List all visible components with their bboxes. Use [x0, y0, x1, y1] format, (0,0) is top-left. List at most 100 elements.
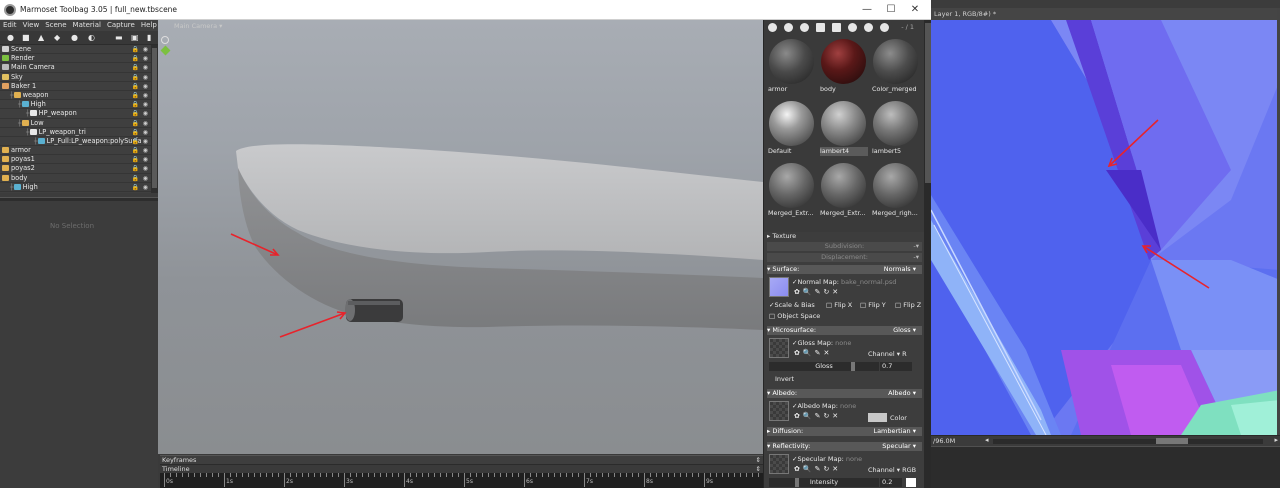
albedo-map-thumbnail[interactable]	[769, 401, 789, 421]
mesh-add-icon[interactable]: ◆	[54, 34, 60, 42]
gloss-slider[interactable]: Gloss	[769, 362, 879, 371]
lock-icon[interactable]: 🔒	[132, 73, 139, 82]
specular-map-thumbnail[interactable]	[769, 454, 789, 474]
lock-icon[interactable]: 🔒	[132, 109, 139, 118]
panel-splitter[interactable]	[0, 197, 158, 201]
lock-icon[interactable]: 🔒	[132, 137, 139, 146]
outliner-item[interactable]: armor 🔒 ◉	[0, 146, 151, 156]
trash-icon[interactable]	[832, 23, 841, 32]
texture-section[interactable]: ▸ Texture	[767, 232, 922, 241]
lock-icon[interactable]: 🔒	[132, 164, 139, 173]
specular-color-swatch[interactable]	[906, 478, 916, 487]
flip-y-checkbox[interactable]: □ Flip Y	[860, 301, 890, 310]
lock-icon[interactable]: 🔒	[132, 155, 139, 164]
3d-viewport[interactable]: Main Camera ▾	[158, 20, 763, 454]
camera-add-icon[interactable]: ■	[22, 34, 30, 42]
outliner-item[interactable]: ┼ High 🔒 ◉	[0, 183, 151, 192]
visibility-eye-icon[interactable]: ◉	[143, 146, 148, 155]
outliner-scrollbar[interactable]	[151, 45, 158, 193]
lock-icon[interactable]: 🔒	[132, 82, 139, 91]
map-tool-icons[interactable]: ✿🔍✎✕	[794, 349, 832, 357]
material-swatch[interactable]: Default	[767, 99, 816, 157]
material-swatch[interactable]: armor	[767, 37, 816, 95]
horizontal-scrollbar[interactable]	[993, 439, 1263, 444]
microsurface-section[interactable]: ▾ Microsurface: Gloss ▾	[767, 326, 922, 335]
invert-checkbox[interactable]: Invert	[775, 375, 930, 384]
intensity-slider[interactable]: Intensity	[769, 478, 879, 487]
visibility-eye-icon[interactable]: ◉	[143, 155, 148, 164]
outliner-item[interactable]: ┼ High 🔒 ◉	[0, 100, 151, 110]
menu-capture[interactable]: Capture	[104, 20, 138, 31]
object-space-checkbox[interactable]: □ Object Space	[769, 312, 924, 321]
lock-icon[interactable]: 🔒	[132, 128, 139, 137]
normal-map-canvas[interactable]	[931, 20, 1280, 435]
surface-section[interactable]: ▾ Surface: Normals ▾	[767, 265, 922, 274]
material-swatch[interactable]: body	[819, 37, 868, 95]
add-material-icon[interactable]	[768, 23, 777, 32]
displacement-row[interactable]: Displacement: -▾	[767, 253, 922, 262]
outliner-item[interactable]: Scene 🔒 ◉	[0, 45, 151, 55]
outliner-item[interactable]: Main Camera 🔒 ◉	[0, 63, 151, 73]
trash-icon[interactable]: ▮	[147, 34, 151, 42]
minimize-button[interactable]: —	[860, 3, 874, 17]
library-icon[interactable]	[848, 23, 857, 32]
lock-icon[interactable]: 🔒	[132, 100, 139, 109]
folder-icon[interactable]: ▬	[115, 34, 123, 42]
shadow-catcher-icon[interactable]: ●	[71, 34, 78, 42]
timeline-bar[interactable]: Timeline ⇕	[160, 464, 763, 473]
albedo-section[interactable]: ▾ Albedo: Albedo ▾	[767, 389, 922, 398]
flip-z-checkbox[interactable]: □ Flip Z	[895, 301, 923, 310]
light-icon[interactable]: ●	[7, 34, 14, 42]
outliner-item[interactable]: body 🔒 ◉	[0, 174, 151, 183]
lock-icon[interactable]: 🔒	[132, 63, 139, 72]
gloss-channel-select[interactable]: Channel ▾ R	[868, 350, 907, 358]
albedo-color-swatch[interactable]	[868, 413, 887, 422]
document-tab[interactable]: Layer 1, RGB/8#) *	[931, 8, 1280, 20]
menu-scene[interactable]: Scene	[42, 20, 69, 31]
outliner-item[interactable]: Render 🔒 ◉	[0, 54, 151, 64]
map-tool-icons[interactable]: ✿🔍✎↻✕	[794, 288, 841, 296]
outliner-item[interactable]: poyas1 🔒 ◉	[0, 155, 151, 165]
outliner-item[interactable]: ┼ weapon 🔒 ◉	[0, 91, 151, 101]
outliner-item[interactable]: Sky 🔒 ◉	[0, 73, 151, 82]
flip-x-checkbox[interactable]: □ Flip X	[826, 301, 856, 310]
timeline-ruler[interactable]: 0s 1s 2s 3s 4s 5s 6s 7s 8s 9s	[160, 473, 763, 488]
duplicate-icon[interactable]: ▣	[131, 34, 139, 42]
reflectivity-section[interactable]: ▾ Reflectivity: Specular ▾	[767, 442, 922, 451]
scroll-left-icon[interactable]: ◂	[985, 436, 989, 444]
folder-icon[interactable]	[816, 23, 825, 32]
material-swatch[interactable]: lambert4	[819, 99, 868, 157]
delete-unused-icon[interactable]	[800, 23, 809, 32]
sky-add-icon[interactable]: ◐	[88, 34, 95, 42]
visibility-eye-icon[interactable]: ◉	[143, 91, 148, 100]
map-tool-icons[interactable]: ✿🔍✎↻✕	[794, 412, 841, 420]
diffusion-section[interactable]: ▸ Diffusion: Lambertian ▾	[767, 427, 922, 436]
viewport-settings-icon[interactable]	[161, 36, 169, 44]
material-swatch[interactable]: lambert5	[871, 99, 920, 157]
outliner-item[interactable]: ┼ HP_weapon 🔒 ◉	[0, 109, 151, 119]
material-swatch[interactable]: Merged_righ...	[871, 161, 920, 219]
normal-map-thumbnail[interactable]	[769, 277, 789, 297]
visibility-eye-icon[interactable]: ◉	[143, 73, 148, 82]
visibility-eye-icon[interactable]: ◉	[143, 82, 148, 91]
visibility-eye-icon[interactable]: ◉	[143, 183, 148, 192]
duplicate-material-icon[interactable]	[784, 23, 793, 32]
visibility-eye-icon[interactable]: ◉	[143, 54, 148, 63]
outliner-item[interactable]: ┼ LP_weapon_tri 🔒 ◉	[0, 128, 151, 137]
visibility-eye-icon[interactable]: ◉	[143, 109, 148, 118]
lock-icon[interactable]: 🔒	[132, 146, 139, 155]
specular-channel-select[interactable]: Channel ▾ RGB	[868, 466, 916, 474]
menu-edit[interactable]: Edit	[0, 20, 20, 31]
visibility-eye-icon[interactable]: ◉	[143, 100, 148, 109]
intensity-value[interactable]: 0.2	[880, 478, 902, 487]
outliner-item[interactable]: ┼ Low 🔒 ◉	[0, 119, 151, 128]
visibility-eye-icon[interactable]: ◉	[143, 63, 148, 72]
visibility-eye-icon[interactable]: ◉	[143, 174, 148, 183]
visibility-eye-icon[interactable]: ◉	[143, 119, 148, 128]
maximize-button[interactable]: ☐	[884, 3, 898, 17]
scroll-right-icon[interactable]: ▸	[1274, 436, 1278, 444]
visibility-eye-icon[interactable]: ◉	[143, 137, 148, 146]
visibility-eye-icon[interactable]: ◉	[143, 45, 148, 54]
keyframes-bar[interactable]: Keyframes ⇕	[160, 455, 763, 464]
menu-view[interactable]: View	[20, 20, 43, 31]
